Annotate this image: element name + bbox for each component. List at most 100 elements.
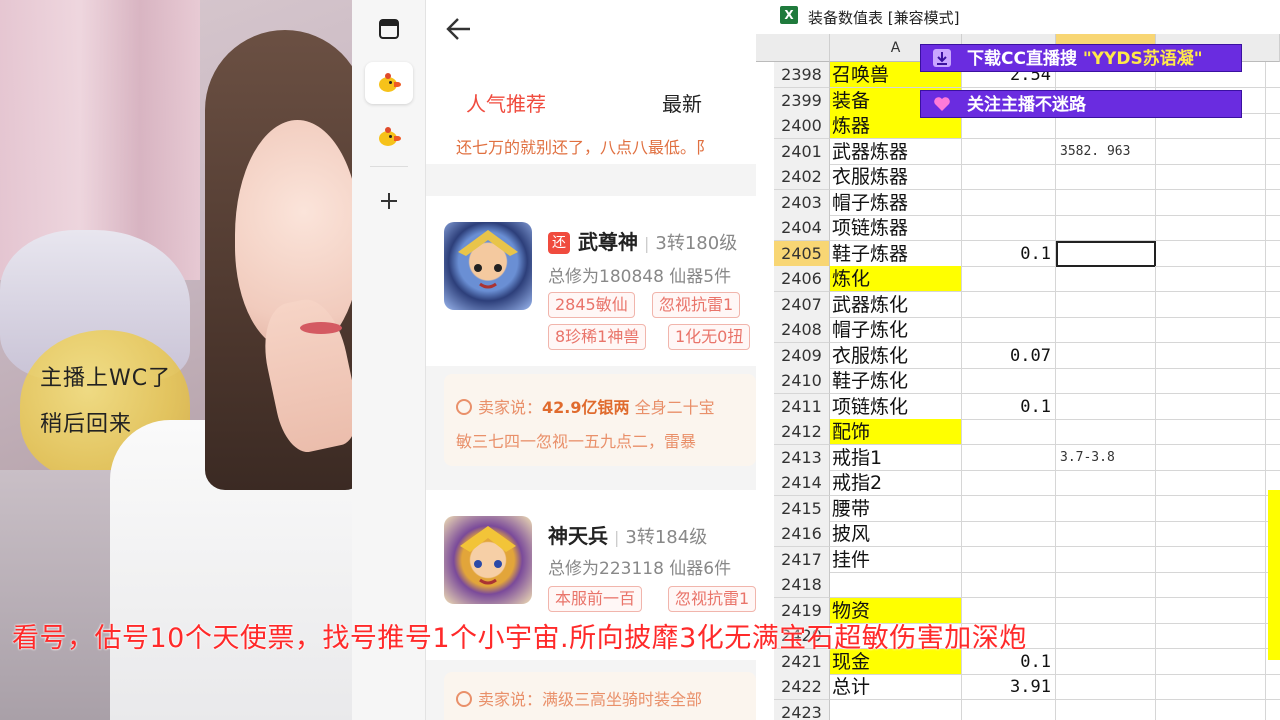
cell-c[interactable] bbox=[1056, 215, 1156, 241]
row-header[interactable]: 2418 bbox=[774, 572, 830, 598]
cell-b[interactable] bbox=[962, 317, 1056, 343]
cell-b[interactable] bbox=[962, 470, 1056, 496]
row-header[interactable]: 2405 bbox=[774, 240, 830, 267]
row-header[interactable]: 2414 bbox=[774, 470, 830, 496]
tab-game-trade[interactable] bbox=[365, 116, 413, 158]
cell-a[interactable]: 炼化 bbox=[830, 266, 962, 292]
cell-a[interactable]: 挂件 bbox=[830, 546, 962, 573]
cell-c[interactable] bbox=[1056, 291, 1156, 318]
cell-b[interactable]: 0.1 bbox=[962, 393, 1056, 420]
cell-e[interactable] bbox=[1266, 113, 1280, 139]
cell-d[interactable] bbox=[1156, 444, 1266, 471]
row-header[interactable]: 2406 bbox=[774, 266, 830, 292]
cell-b[interactable] bbox=[962, 189, 1056, 216]
cell-c[interactable] bbox=[1056, 572, 1156, 598]
row-header[interactable]: 2407 bbox=[774, 291, 830, 318]
cell-c[interactable] bbox=[1056, 368, 1156, 394]
row-header[interactable]: 2399 bbox=[774, 87, 830, 114]
cell-d[interactable] bbox=[1156, 699, 1266, 720]
cell-c[interactable] bbox=[1056, 419, 1156, 445]
cell-a[interactable]: 项链炼器 bbox=[830, 215, 962, 241]
row-header[interactable]: 2409 bbox=[774, 342, 830, 369]
row-header[interactable]: 2404 bbox=[774, 215, 830, 241]
cell-e[interactable] bbox=[1266, 317, 1280, 343]
cell-e[interactable] bbox=[1266, 343, 1280, 369]
cell-a[interactable]: 戒指1 bbox=[830, 444, 962, 471]
cell-d[interactable] bbox=[1156, 215, 1266, 241]
cell-d[interactable] bbox=[1156, 419, 1266, 445]
cell-e[interactable] bbox=[1266, 241, 1280, 267]
cell-e[interactable] bbox=[1266, 88, 1280, 114]
row-header[interactable]: 2413 bbox=[774, 444, 830, 471]
cell-d[interactable] bbox=[1156, 674, 1266, 700]
cell-a[interactable] bbox=[830, 699, 962, 720]
cell-d[interactable] bbox=[1156, 317, 1266, 343]
cell-e[interactable] bbox=[1266, 139, 1280, 165]
cell-e[interactable] bbox=[1266, 164, 1280, 190]
active-cell-c[interactable] bbox=[1056, 240, 1156, 267]
cell-b[interactable] bbox=[962, 419, 1056, 445]
cell-a[interactable]: 项链炼化 bbox=[830, 393, 962, 420]
cell-e[interactable] bbox=[1266, 62, 1280, 88]
cell-a[interactable]: 帽子炼器 bbox=[830, 189, 962, 216]
cell-c[interactable] bbox=[1056, 342, 1156, 369]
cell-d[interactable] bbox=[1156, 164, 1266, 190]
cell-a[interactable]: 鞋子炼器 bbox=[830, 240, 962, 267]
cell-c[interactable] bbox=[1056, 597, 1156, 624]
row-header[interactable]: 2416 bbox=[774, 521, 830, 547]
cell-a[interactable]: 衣服炼化 bbox=[830, 342, 962, 369]
cell-d[interactable] bbox=[1156, 597, 1266, 624]
cell-b[interactable] bbox=[962, 291, 1056, 318]
cell-a[interactable]: 戒指2 bbox=[830, 470, 962, 496]
row-header[interactable]: 2402 bbox=[774, 164, 830, 190]
cell-b[interactable] bbox=[962, 368, 1056, 394]
cell-c[interactable] bbox=[1056, 495, 1156, 522]
row-header[interactable]: 2422 bbox=[774, 674, 830, 700]
cell-d[interactable] bbox=[1156, 138, 1266, 165]
cell-a[interactable]: 帽子炼化 bbox=[830, 317, 962, 343]
cell-d[interactable] bbox=[1156, 546, 1266, 573]
cell-d[interactable] bbox=[1156, 189, 1266, 216]
listing-card[interactable]: 还武尊神 | 3转180级 总修为180848 仙器5件 2845敏仙 忽视抗雷1 … bbox=[426, 196, 756, 366]
cell-b[interactable] bbox=[962, 444, 1056, 471]
cell-b[interactable] bbox=[962, 164, 1056, 190]
cell-d[interactable] bbox=[1156, 291, 1266, 318]
cell-b[interactable] bbox=[962, 215, 1056, 241]
tab-game-trade-active[interactable] bbox=[365, 62, 413, 104]
tab-popular[interactable]: 人气推荐 bbox=[466, 88, 546, 117]
cell-c[interactable] bbox=[1056, 317, 1156, 343]
row-header[interactable]: 2411 bbox=[774, 393, 830, 420]
cell-a[interactable]: 披风 bbox=[830, 521, 962, 547]
cell-c[interactable] bbox=[1056, 546, 1156, 573]
cell-d[interactable] bbox=[1156, 623, 1266, 649]
back-arrow-icon[interactable] bbox=[444, 14, 474, 44]
cell-b[interactable]: 0.07 bbox=[962, 342, 1056, 369]
cell-d[interactable] bbox=[1156, 368, 1266, 394]
cell-e[interactable] bbox=[1266, 445, 1280, 471]
cell-b[interactable] bbox=[962, 572, 1056, 598]
cell-b[interactable] bbox=[962, 699, 1056, 720]
cell-c[interactable] bbox=[1056, 470, 1156, 496]
cell-e[interactable] bbox=[1266, 215, 1280, 241]
cell-a[interactable]: 武器炼器 bbox=[830, 138, 962, 165]
cell-d[interactable] bbox=[1156, 342, 1266, 369]
row-header[interactable]: 2400 bbox=[774, 113, 830, 139]
row-header[interactable]: 2417 bbox=[774, 546, 830, 573]
cell-b[interactable] bbox=[962, 266, 1056, 292]
select-all-corner[interactable] bbox=[756, 34, 830, 62]
cell-c[interactable]: 3582. 963 bbox=[1056, 138, 1156, 165]
cell-e[interactable] bbox=[1266, 190, 1280, 216]
cell-c[interactable] bbox=[1056, 164, 1156, 190]
cell-d[interactable] bbox=[1156, 393, 1266, 420]
new-tab-button[interactable] bbox=[365, 180, 413, 222]
cell-d[interactable] bbox=[1156, 648, 1266, 675]
cell-c[interactable] bbox=[1056, 674, 1156, 700]
cell-b[interactable]: 0.1 bbox=[962, 240, 1056, 267]
tab-panel-toggle-button[interactable] bbox=[365, 8, 413, 50]
cell-d[interactable] bbox=[1156, 470, 1266, 496]
row-header[interactable]: 2408 bbox=[774, 317, 830, 343]
cell-b[interactable]: 3.91 bbox=[962, 674, 1056, 700]
cell-e[interactable] bbox=[1266, 674, 1280, 700]
cell-e[interactable] bbox=[1266, 419, 1280, 445]
cell-b[interactable] bbox=[962, 521, 1056, 547]
